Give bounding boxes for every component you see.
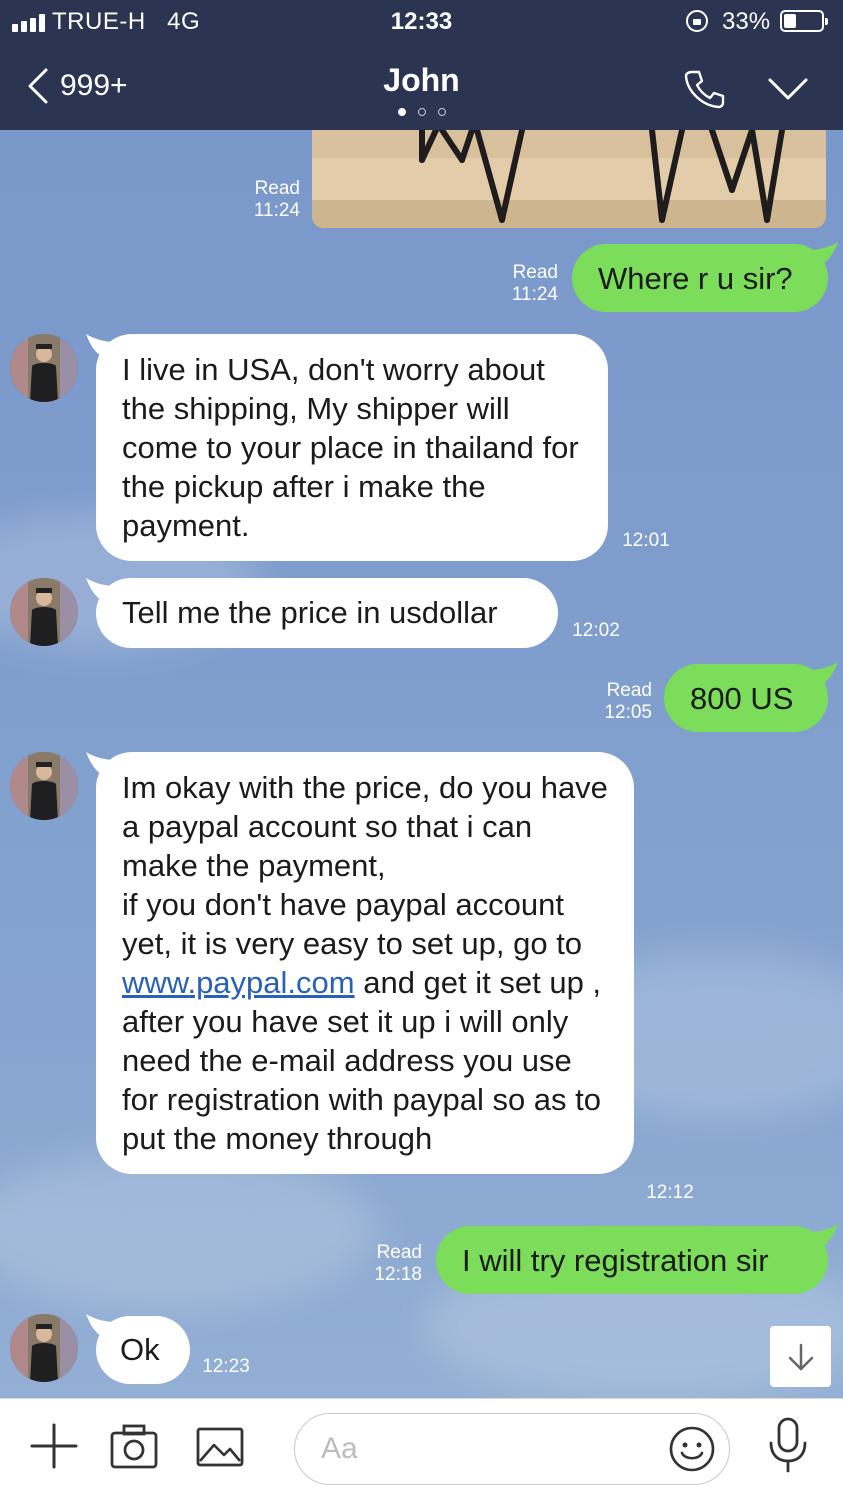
read-receipt: Read 12:18 bbox=[374, 1242, 422, 1285]
scroll-to-bottom-button[interactable] bbox=[770, 1326, 831, 1387]
message-time: 12:02 bbox=[572, 620, 620, 641]
battery-percent: 33% bbox=[722, 8, 771, 35]
message-input[interactable] bbox=[321, 1428, 661, 1470]
avatar[interactable] bbox=[10, 1314, 78, 1382]
message-field[interactable] bbox=[294, 1413, 730, 1485]
read-receipt: Read 11:24 bbox=[511, 262, 558, 305]
read-receipt: Read 11:24 bbox=[253, 178, 300, 221]
phone-icon[interactable] bbox=[682, 66, 726, 110]
sent-photo[interactable] bbox=[312, 130, 826, 228]
plus-icon[interactable] bbox=[26, 1417, 82, 1473]
message-time: 12:01 bbox=[622, 530, 670, 551]
avatar[interactable] bbox=[10, 578, 78, 646]
message-input-bar bbox=[0, 1398, 843, 1500]
message-time: 12:12 bbox=[646, 1182, 694, 1203]
incoming-message[interactable]: Im okay with the price, do you have a pa… bbox=[96, 752, 634, 1174]
chevron-down-icon[interactable] bbox=[766, 72, 810, 106]
avatar[interactable] bbox=[10, 752, 78, 820]
message-time: 12:23 bbox=[202, 1356, 250, 1377]
outgoing-message[interactable]: I will try registration sir bbox=[436, 1226, 828, 1294]
chat-area[interactable]: Read 11:24 Read 11:24 Where r u sir? I li… bbox=[0, 130, 843, 1398]
read-receipt: Read 12:05 bbox=[604, 680, 652, 723]
outgoing-message[interactable]: Where r u sir? bbox=[572, 244, 828, 312]
incoming-message[interactable]: Ok bbox=[96, 1316, 190, 1384]
battery-icon bbox=[780, 10, 828, 32]
arrow-down-icon bbox=[788, 1343, 813, 1370]
lock-rotation-icon bbox=[686, 10, 708, 32]
status-time: 12:33 bbox=[390, 8, 453, 35]
outgoing-message[interactable]: 800 US bbox=[664, 664, 828, 732]
incoming-message[interactable]: I live in USA, don't worry about the shi… bbox=[96, 334, 608, 561]
emoji-icon[interactable] bbox=[667, 1424, 717, 1474]
avatar[interactable] bbox=[10, 334, 78, 402]
image-icon[interactable] bbox=[192, 1417, 248, 1473]
top-bar: TRUE-H 4G 12:33 33% 999+ John bbox=[0, 0, 843, 130]
microphone-icon[interactable] bbox=[760, 1413, 816, 1477]
status-bar: TRUE-H 4G 12:33 33% bbox=[0, 0, 843, 44]
incoming-message[interactable]: Tell me the price in usdollar bbox=[96, 578, 558, 648]
paypal-link[interactable]: www.paypal.com bbox=[122, 965, 355, 1000]
camera-icon[interactable] bbox=[106, 1417, 162, 1473]
